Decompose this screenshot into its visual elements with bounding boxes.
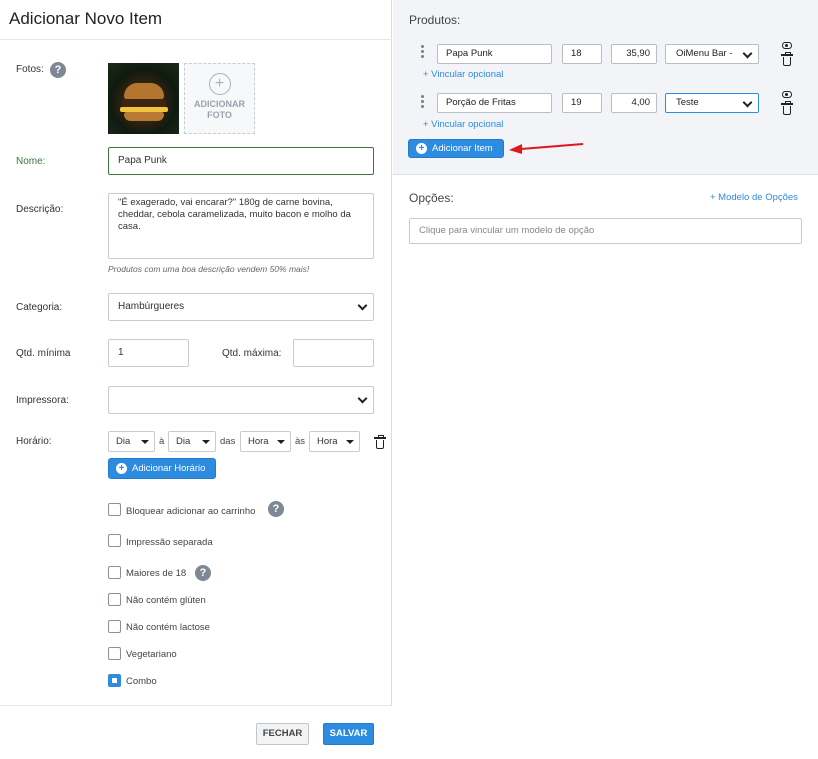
- modelo-opcoes-link[interactable]: + Modelo de Opções: [710, 192, 798, 203]
- caret-down-icon: [346, 440, 354, 444]
- categoria-value: Hambúrgueres: [118, 301, 185, 312]
- trash-icon[interactable]: [374, 435, 386, 449]
- eye-icon[interactable]: [782, 42, 792, 49]
- vincular-opcional-link[interactable]: + Vincular opcional: [423, 69, 503, 80]
- produto-loja-select[interactable]: Teste: [665, 93, 759, 113]
- fechar-button[interactable]: FECHAR: [256, 723, 309, 745]
- checkbox-impressao[interactable]: [108, 534, 121, 547]
- checkbox-combo[interactable]: [108, 674, 121, 687]
- opcoes-modelo-input[interactable]: Clique para vincular um modelo de opção: [409, 218, 802, 244]
- produto-nome-input[interactable]: Papa Punk: [437, 44, 552, 64]
- vincular-opcional-link[interactable]: + Vincular opcional: [423, 119, 503, 130]
- dia-end-value: Dia: [176, 436, 191, 447]
- nome-label: Nome:: [16, 156, 46, 167]
- caret-down-icon: [202, 440, 210, 444]
- hora-start-select[interactable]: Hora: [240, 431, 291, 452]
- produto-loja-value: Teste: [676, 97, 699, 108]
- help-icon[interactable]: ?: [268, 501, 284, 517]
- impressora-label: Impressora:: [16, 395, 69, 406]
- checkbox-label: Bloquear adicionar ao carrinho: [126, 506, 256, 517]
- add-photo-button[interactable]: + ADICIONAR FOTO: [184, 63, 255, 134]
- checkbox-lactose[interactable]: [108, 620, 121, 633]
- checkbox-bloquear[interactable]: [108, 503, 121, 516]
- produto-preco-input[interactable]: 4,00: [611, 93, 657, 113]
- add-horario-button[interactable]: + Adicionar Horário: [108, 458, 216, 479]
- trash-icon[interactable]: [781, 52, 793, 66]
- plus-circle-icon: +: [416, 143, 427, 154]
- add-horario-label: Adicionar Horário: [132, 463, 206, 474]
- app-root: Adicionar Novo Item Fotos: ? + ADICIONAR…: [0, 0, 818, 759]
- checkbox-label: Impressão separada: [126, 537, 213, 548]
- qtd-minima-input[interactable]: 1: [108, 339, 189, 367]
- item-form-panel: Adicionar Novo Item Fotos: ? + ADICIONAR…: [0, 0, 392, 759]
- dia-end-select[interactable]: Dia: [168, 431, 216, 452]
- hora-start-value: Hora: [248, 436, 269, 447]
- eye-icon[interactable]: [782, 91, 792, 98]
- checkbox-label: Combo: [126, 676, 157, 687]
- sep-a: à: [159, 436, 165, 447]
- caret-down-icon: [277, 440, 285, 444]
- caret-down-icon: [141, 440, 149, 444]
- help-icon[interactable]: ?: [50, 62, 66, 78]
- fotos-label: Fotos:: [16, 64, 44, 75]
- salvar-button[interactable]: SALVAR: [323, 723, 374, 745]
- produto-loja-select[interactable]: OiMenu Bar -: [665, 44, 759, 64]
- chevron-down-icon: [742, 48, 753, 59]
- red-arrow-annotation: [509, 143, 584, 154]
- qtd-maxima-label: Qtd. máxima:: [222, 348, 282, 359]
- checkbox-vegetariano[interactable]: [108, 647, 121, 660]
- categoria-select[interactable]: Hambúrgueres: [108, 293, 374, 321]
- trash-icon[interactable]: [781, 101, 793, 115]
- categoria-label: Categoria:: [16, 302, 63, 313]
- checkbox-maiores[interactable]: [108, 566, 121, 579]
- produtos-section: Produtos: Papa Punk 18 35,90 OiMenu Bar …: [393, 0, 818, 175]
- item-photo-thumbnail[interactable]: [108, 63, 179, 134]
- produto-nome-input[interactable]: Porção de Fritas: [437, 93, 552, 113]
- add-item-button[interactable]: + Adicionar Item: [408, 139, 504, 158]
- checkbox-label: Não contém lactose: [126, 622, 210, 633]
- opcoes-title: Opções:: [409, 191, 454, 205]
- produto-preco-input[interactable]: 35,90: [611, 44, 657, 64]
- chevron-down-icon: [357, 300, 368, 311]
- drag-handle-icon[interactable]: [421, 45, 424, 60]
- descricao-textarea[interactable]: "É exagerado, vai encarar?" 180g de carn…: [108, 193, 374, 259]
- page-title: Adicionar Novo Item: [9, 9, 163, 28]
- descricao-label: Descrição:: [16, 204, 64, 215]
- dia-start-select[interactable]: Dia: [108, 431, 155, 452]
- produto-loja-value: OiMenu Bar -: [676, 48, 733, 59]
- produtos-title: Produtos:: [409, 13, 461, 27]
- qtd-maxima-input[interactable]: [293, 339, 374, 367]
- checkbox-label: Maiores de 18: [126, 568, 187, 579]
- add-item-label: Adicionar Item: [432, 143, 493, 154]
- hora-end-select[interactable]: Hora: [309, 431, 360, 452]
- horario-label: Horário:: [16, 436, 52, 447]
- sep-as: às: [295, 436, 306, 447]
- qtd-minima-label: Qtd. mínima: [16, 348, 71, 359]
- form-header: Adicionar Novo Item: [0, 0, 392, 40]
- nome-input[interactable]: Papa Punk: [108, 147, 374, 175]
- sep-das: das: [220, 436, 236, 447]
- hora-end-value: Hora: [317, 436, 338, 447]
- help-icon[interactable]: ?: [195, 565, 211, 581]
- checkbox-label: Vegetariano: [126, 649, 177, 660]
- checkbox-gluten[interactable]: [108, 593, 121, 606]
- dia-start-value: Dia: [116, 436, 131, 447]
- products-panel: Produtos: Papa Punk 18 35,90 OiMenu Bar …: [393, 0, 818, 759]
- checkbox-label: Não contém glúten: [126, 595, 206, 606]
- chevron-down-icon: [742, 97, 753, 108]
- produto-qtd-input[interactable]: 18: [562, 44, 602, 64]
- descricao-hint: Produtos com uma boa descrição vendem 50…: [108, 264, 310, 274]
- impressora-select[interactable]: [108, 386, 374, 414]
- produto-qtd-input[interactable]: 19: [562, 93, 602, 113]
- drag-handle-icon[interactable]: [421, 95, 424, 110]
- plus-circle-icon: +: [116, 463, 127, 474]
- plus-icon: +: [208, 73, 231, 95]
- add-photo-label: ADICIONAR FOTO: [194, 99, 245, 120]
- chevron-down-icon: [357, 393, 368, 404]
